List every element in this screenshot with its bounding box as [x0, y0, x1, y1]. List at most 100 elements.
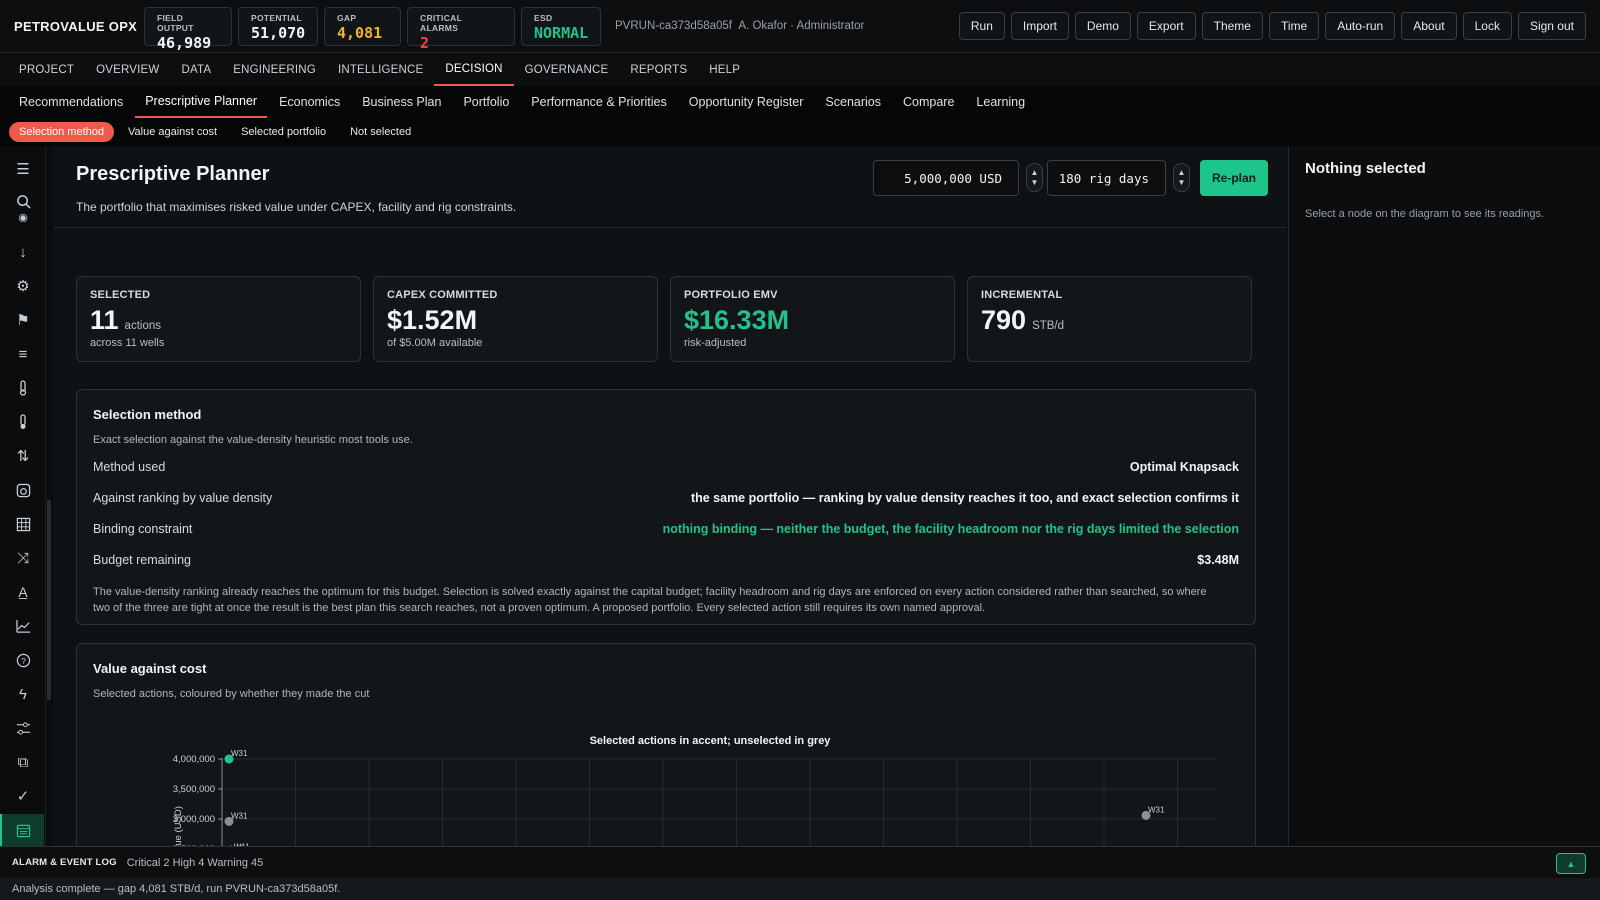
tab-recommendations[interactable]: Recommendations [19, 86, 123, 118]
nav-help[interactable]: HELP [698, 53, 751, 86]
list-icon[interactable]: ≡ [14, 345, 32, 363]
summary-cards: SELECTED 11 actions across 11 wells CAPEX… [76, 276, 1252, 362]
step-down-icon[interactable]: ▼ [1178, 178, 1186, 188]
import-button[interactable]: Import [1010, 12, 1069, 40]
card-value: 790 [981, 305, 1027, 335]
primary-nav: PROJECT OVERVIEW DATA ENGINEERING INTELL… [0, 53, 1600, 86]
gauge-icon[interactable] [14, 481, 32, 499]
pin-icon[interactable]: ◉ [14, 212, 32, 222]
run-button[interactable]: Run [958, 12, 1005, 40]
copy-icon[interactable]: ⧉ [14, 753, 32, 771]
tab-compare[interactable]: Compare [903, 86, 954, 118]
budget-input[interactable]: 5,000,000 USD [873, 160, 1019, 196]
row-key: Budget remaining [93, 553, 191, 567]
area-chart-icon[interactable] [14, 617, 32, 635]
kpi-gap: GAP 4,081 [324, 6, 401, 46]
tab-opportunity-register[interactable]: Opportunity Register [689, 86, 804, 118]
sliders-icon[interactable] [14, 719, 32, 737]
tab-prescriptive-planner[interactable]: Prescriptive Planner [135, 86, 268, 118]
theme-button[interactable]: Theme [1201, 12, 1263, 40]
kpi-label: ESD [534, 12, 553, 23]
row-value: Optimal Knapsack [1129, 460, 1239, 474]
card-label: CAPEX COMMITTED [387, 289, 498, 301]
row-key: Against ranking by value density [93, 491, 273, 505]
arrow-down-icon[interactable]: ↓ [14, 243, 32, 261]
help-icon[interactable]: ? [14, 651, 32, 669]
menu-icon[interactable]: ☰ [14, 160, 32, 178]
left-rail: ☰ ◉ ↓ ⚙ ⚑ ≡ ⇅ ⤨ A̲ ? ϟ ⧉ ✓ [0, 146, 46, 846]
row-key: Binding constraint [93, 522, 193, 536]
card-sub: of $5.00M available [387, 337, 483, 349]
pill-selection-method[interactable]: Selection method [9, 122, 114, 142]
pill-not-selected[interactable]: Not selected [340, 122, 421, 142]
bolt-icon[interactable]: ϟ [14, 685, 32, 703]
value-cost-chart: 4,000,0003,500,0003,000,0002,500,000Sele… [173, 735, 1217, 846]
sign-out-button[interactable]: Sign out [1517, 12, 1586, 40]
tab-scenarios[interactable]: Scenarios [825, 86, 881, 118]
thermometer-icon[interactable] [14, 379, 32, 397]
time-button[interactable]: Time [1268, 12, 1320, 40]
export-button[interactable]: Export [1136, 12, 1196, 40]
updown-arrows-icon[interactable]: ⇅ [14, 447, 32, 465]
nav-reports[interactable]: REPORTS [619, 53, 698, 86]
card-sub: risk-adjusted [684, 337, 747, 349]
table-icon[interactable] [14, 515, 32, 533]
tab-business-plan[interactable]: Business Plan [362, 86, 441, 118]
rail-scrollbar[interactable] [47, 500, 51, 700]
alarm-event-log[interactable]: ALARM & EVENT LOG Critical 2 High 4 Warn… [0, 846, 1600, 878]
flag-icon[interactable]: ⚑ [14, 311, 32, 329]
expand-log-icon[interactable]: ▲ [1556, 853, 1586, 874]
nav-intelligence[interactable]: INTELLIGENCE [327, 53, 434, 86]
rig-days-stepper[interactable]: ▲ ▼ [1173, 163, 1190, 192]
page-subtitle: The portfolio that maximises risked valu… [76, 200, 517, 214]
main-content: Prescriptive Planner The portfolio that … [53, 146, 1287, 846]
shuffle-icon[interactable]: ⤨ [14, 549, 32, 567]
y-tick-label: 4,000,000 [173, 754, 215, 765]
thermometer-alt-icon[interactable] [14, 413, 32, 431]
text-format-icon[interactable]: A̲ [14, 583, 32, 601]
kpi-value: NORMAL [534, 23, 589, 42]
nav-data[interactable]: DATA [170, 53, 222, 86]
auto-run-button[interactable]: Auto-run [1325, 12, 1396, 40]
user-label: A. Okafor · Administrator [738, 20, 865, 32]
kpi-value: 51,070 [251, 23, 306, 42]
nav-engineering[interactable]: ENGINEERING [222, 53, 327, 86]
app-brand: PETROVALUE OPX [14, 18, 138, 34]
kpi-label: CRITICAL ALARMS [420, 12, 462, 33]
y-tick-label: 3,500,000 [173, 784, 215, 795]
tab-performance-priorities[interactable]: Performance & Priorities [531, 86, 666, 118]
check-icon[interactable]: ✓ [14, 787, 32, 805]
tab-economics[interactable]: Economics [279, 86, 340, 118]
section-subtitle: Selected actions, coloured by whether th… [93, 688, 370, 700]
method-row: Method used Optimal Knapsack [93, 460, 1239, 474]
rig-days-input[interactable]: 180 rig days [1047, 160, 1166, 196]
kpi-label: POTENTIAL [251, 12, 302, 23]
step-down-icon[interactable]: ▼ [1031, 178, 1039, 188]
section-title: Value against cost [93, 661, 207, 676]
lock-button[interactable]: Lock [1462, 12, 1512, 40]
about-button[interactable]: About [1401, 12, 1457, 40]
point-label: W31 [231, 749, 248, 758]
nav-governance[interactable]: GOVERNANCE [514, 53, 620, 86]
search-icon[interactable] [14, 192, 32, 210]
replan-button[interactable]: Re-plan [1200, 160, 1268, 196]
tab-portfolio[interactable]: Portfolio [463, 86, 509, 118]
method-row: Binding constraint nothing binding — neit… [93, 522, 1239, 536]
step-up-icon[interactable]: ▲ [1031, 168, 1039, 178]
method-note: The value-density ranking already reache… [93, 586, 1207, 614]
tab-learning[interactable]: Learning [976, 86, 1025, 118]
planner-header: Prescriptive Planner The portfolio that … [53, 146, 1287, 228]
calendar-icon[interactable] [14, 821, 32, 839]
nav-project[interactable]: PROJECT [19, 53, 85, 86]
demo-button[interactable]: Demo [1074, 12, 1131, 40]
section-subtitle: Exact selection against the value-densit… [93, 434, 413, 446]
budget-stepper[interactable]: ▲ ▼ [1026, 163, 1043, 192]
nav-overview[interactable]: OVERVIEW [85, 53, 170, 86]
card-sub: across 11 wells [90, 337, 165, 349]
pill-value-against-cost[interactable]: Value against cost [118, 122, 227, 142]
card-label: SELECTED [90, 289, 151, 301]
step-up-icon[interactable]: ▲ [1178, 168, 1186, 178]
nav-decision[interactable]: DECISION [434, 53, 514, 86]
pill-selected-portfolio[interactable]: Selected portfolio [231, 122, 336, 142]
gears-icon[interactable]: ⚙ [14, 277, 32, 295]
